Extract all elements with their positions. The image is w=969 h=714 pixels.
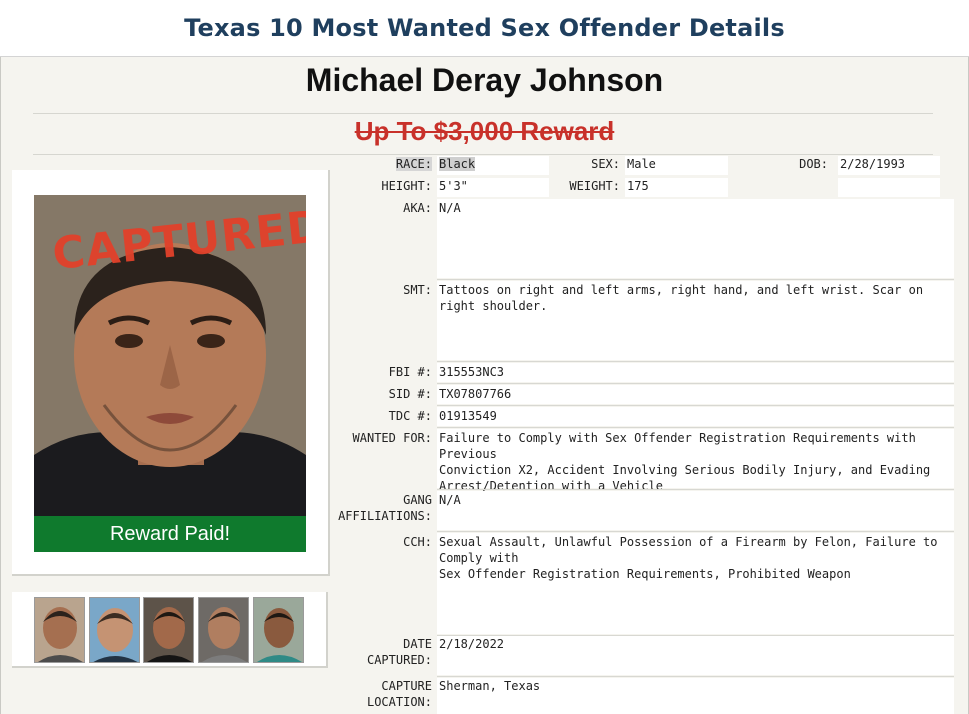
page-header: Texas 10 Most Wanted Sex Offender Detail…: [0, 0, 969, 57]
thumbnail-face-icon: [38, 607, 83, 662]
sex-value: Male: [625, 156, 728, 175]
height-label: HEIGHT:: [381, 179, 432, 193]
row-divider: [437, 383, 954, 384]
gang-affiliations-value: N/A: [437, 491, 954, 530]
row-divider: [437, 361, 954, 362]
reward-paid-banner: Reward Paid!: [34, 516, 306, 552]
sid-label: SID #:: [388, 387, 432, 401]
dob-value: 2/28/1993: [838, 156, 940, 175]
gang-affiliations-label: GANG AFFILIATIONS:: [338, 493, 432, 523]
sex-label: SEX:: [591, 157, 620, 171]
dob-label: DOB:: [799, 157, 828, 171]
thumbnail-photo-2[interactable]: [89, 597, 140, 663]
thumbnail-face-icon: [147, 607, 192, 662]
row-divider: [437, 676, 954, 677]
sid-value: TX07807766: [437, 385, 954, 404]
aka-label: AKA:: [403, 201, 432, 215]
cch-label: CCH:: [403, 535, 432, 549]
cch-value: Sexual Assault, Unlawful Possession of a…: [437, 533, 954, 634]
photo-card: CAPTURED Reward Paid!: [12, 170, 330, 576]
race-value: Black: [437, 156, 549, 175]
divider: [33, 113, 933, 114]
thumbnail-photo-1[interactable]: [34, 597, 85, 663]
fbi-value: 315553NC3: [437, 363, 954, 382]
thumbnail-face-icon: [257, 608, 302, 662]
fbi-label: FBI #:: [388, 365, 432, 379]
thumbnail-photo-3[interactable]: [143, 597, 194, 663]
offender-name: Michael Deray Johnson: [305, 62, 664, 98]
wanted-for-label: WANTED FOR:: [352, 431, 432, 445]
row-divider: [437, 531, 954, 532]
tdc-label: TDC #:: [388, 409, 432, 423]
thumbnail-photo-4[interactable]: [198, 597, 249, 663]
tdc-value: 01913549: [437, 407, 954, 426]
thumbnail-face-icon: [202, 607, 247, 662]
weight-value: 175: [625, 178, 728, 197]
divider: [33, 154, 933, 155]
date-captured-value: 2/18/2022: [437, 636, 954, 675]
weight-label: WEIGHT:: [569, 179, 620, 193]
height-value: 5'3": [437, 178, 549, 197]
thumbnail-face-icon: [93, 608, 138, 662]
capture-location-value: Sherman, Texas: [437, 678, 954, 714]
capture-location-label: CAPTURE LOCATION:: [366, 679, 432, 709]
reward-amount: Up To $3,000 Reward: [354, 116, 615, 146]
smt-value: Tattoos on right and left arms, right ha…: [437, 281, 954, 360]
row-divider: [437, 279, 954, 280]
empty-cell: [838, 178, 940, 197]
row-divider: [437, 427, 954, 428]
mugshot-photo[interactable]: CAPTURED: [34, 195, 306, 517]
race-label: RACE:: [395, 157, 432, 171]
thumbnail-photo-5[interactable]: [253, 597, 304, 663]
aka-value: N/A: [437, 199, 954, 278]
smt-label: SMT:: [403, 283, 432, 297]
row-divider: [437, 489, 954, 490]
date-captured-label: DATE CAPTURED:: [366, 637, 432, 667]
wanted-for-value: Failure to Comply with Sex Offender Regi…: [437, 429, 954, 493]
row-divider: [437, 405, 954, 406]
page-title: Texas 10 Most Wanted Sex Offender Detail…: [184, 14, 785, 42]
thumbnail-gallery: [12, 592, 328, 668]
